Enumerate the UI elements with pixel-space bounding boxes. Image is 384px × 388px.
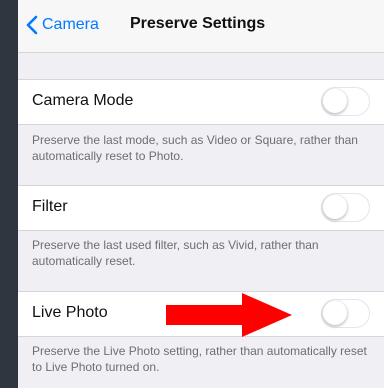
filter-toggle[interactable] <box>321 193 370 222</box>
live-photo-description: Preserve the Live Photo setting, rather … <box>32 344 367 374</box>
navigation-bar: Camera Preserve Settings <box>18 0 384 53</box>
arrow-right-icon <box>166 293 292 337</box>
setting-row-camera-mode[interactable]: Camera Mode <box>18 79 384 125</box>
filter-description: Preserve the last used filter, such as V… <box>32 238 319 268</box>
live-photo-toggle[interactable] <box>321 299 370 328</box>
back-button[interactable]: Camera <box>26 10 99 40</box>
setting-label: Camera Mode <box>32 92 134 109</box>
setting-label: Live Photo <box>32 304 108 321</box>
back-label: Camera <box>42 16 99 33</box>
toggle-knob <box>323 195 347 219</box>
toggle-knob <box>323 89 347 113</box>
setting-row-filter[interactable]: Filter <box>18 185 384 231</box>
chevron-left-icon <box>26 15 38 35</box>
toggle-knob <box>323 301 347 325</box>
camera-mode-toggle[interactable] <box>321 87 370 116</box>
setting-label: Filter <box>32 198 68 215</box>
page-title: Preserve Settings <box>130 15 266 32</box>
camera-mode-description: Preserve the last mode, such as Video or… <box>32 133 358 163</box>
settings-screen: Camera Preserve Settings Camera Mode Pre… <box>18 0 384 388</box>
